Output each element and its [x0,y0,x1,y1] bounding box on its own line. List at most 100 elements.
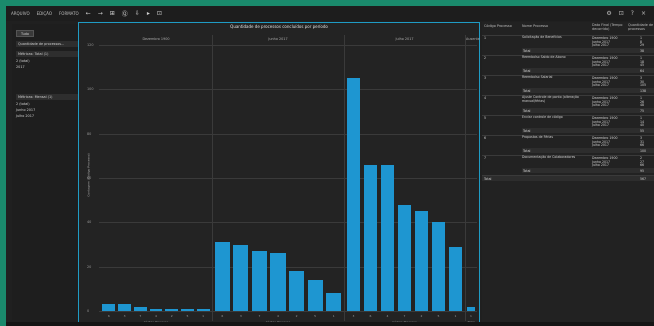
frame-icon[interactable]: ⊡ [157,10,162,17]
x-tick-label: 5 [186,314,189,318]
grand-total-label: Total [484,176,492,181]
search-icon[interactable]: Ⓠ [122,9,128,18]
group-separator [344,35,345,321]
subtotal-row [522,48,654,53]
cell-date: Julho 2017 [592,83,609,88]
y-tick-label: 120 [87,43,94,47]
bar[interactable] [288,271,305,311]
filter-monthly-item[interactable]: Julho 2017 [16,114,34,118]
cell-count: 66 [640,143,645,148]
column-header-code[interactable]: Código Processo [484,24,512,28]
bar-chart[interactable]: Quantidade de processos concluídos por p… [78,22,480,326]
bar[interactable] [165,308,179,311]
back-icon[interactable]: ← [86,10,91,17]
y-tick-label: 0 [87,309,90,313]
bar[interactable] [326,293,342,311]
x-tick-label: 4 [386,314,389,318]
play-icon[interactable]: ▸ [147,10,150,17]
cell-name: Ajuste Controle de ponto (alteração manu… [522,95,579,103]
bar[interactable] [307,279,323,311]
bar[interactable] [346,78,361,311]
column-header-date[interactable]: Data Final (Tempo decorrido) [592,23,624,31]
x-tick-label: 5 [314,314,317,318]
bar[interactable] [102,304,116,311]
subtotal-value: 138 [640,88,647,93]
menu-item-arquivo[interactable]: ARQUIVO [11,11,30,16]
column-header-name[interactable]: Nome Processo [522,24,548,28]
subtotal-label: Total [523,48,531,53]
menu-item-edicao[interactable]: EDIÇÃO [37,11,52,16]
bar[interactable] [196,308,210,311]
y-tick-label: 40 [87,220,92,225]
bar[interactable] [214,242,230,311]
y-tick-label: 80 [87,131,92,136]
bar[interactable] [270,253,286,311]
subtotal-value: 55 [640,128,645,133]
bar[interactable] [251,251,268,311]
x-tick-label: 2 [170,314,173,318]
bar[interactable] [233,244,249,311]
x-tick-label: 6 [221,314,224,318]
settings-icon[interactable]: ⚙ [606,10,611,17]
x-tick-label: 3 [352,314,355,318]
x-tick-label: 7 [403,314,406,318]
y-axis-label: Contagem (Código Processo) [86,153,91,197]
app-window: ARQUIVO EDIÇÃO FORMATO ← → ⊞ Ⓠ ⇩ ▸ ⊡ ⚙ ⊡… [6,6,654,326]
period-label: Ausente [466,37,480,41]
bar[interactable] [363,164,378,311]
filter-monthly-header[interactable]: Métricas: Mensal (1) [16,94,78,100]
filter-total-header[interactable]: Métricas: Total (1) [16,51,78,57]
period-label: Junho 2017 [268,37,288,41]
filter-total-item[interactable]: 2017 [16,65,25,69]
cell-date: Julho 2017 [592,63,609,68]
cell-count: 66 [640,163,645,168]
bar[interactable] [149,308,163,311]
status-bar [6,322,654,326]
group-separator [465,35,466,321]
bar[interactable] [431,222,446,311]
bar[interactable] [118,304,131,311]
group-separator [212,35,213,321]
subtotal-value: 75 [640,108,645,113]
bar[interactable] [397,204,412,311]
grand-total-row [482,176,654,181]
window-icon[interactable]: ⊡ [619,10,624,17]
subtotal-value: 95 [640,168,645,173]
download-icon[interactable]: ⇩ [135,10,140,17]
x-tick-label: 1 [454,314,457,318]
all-button[interactable]: Tudo [16,30,34,37]
bar[interactable] [448,246,463,311]
x-tick-label: 7 [258,314,261,318]
field-header[interactable]: Quantidade de processos... [16,41,78,47]
data-table[interactable]: Código Processo Nome Processo Data Final… [482,22,654,322]
subtotal-label: Total [523,128,531,133]
cell-count: 45 [640,63,645,68]
menu-item-formato[interactable]: FORMATO [59,11,79,16]
bar[interactable] [133,306,147,311]
filter-monthly-item[interactable]: Junho 2017 [16,108,35,112]
forward-icon[interactable]: → [98,10,103,17]
x-tick-label: 4 [277,314,279,318]
cell-code: 3 [484,76,487,80]
period-label: Dezembro 1900 [142,37,170,41]
x-tick-label: 1 [332,314,335,318]
help-icon[interactable]: ? [631,10,634,17]
y-tick-label: 100 [87,87,94,92]
column-header-count[interactable]: Quantidade de processos [628,23,654,31]
x-tick-label: 6 [107,314,110,318]
x-tick-label: 3 [123,314,126,318]
grid-icon[interactable]: ⊞ [110,10,115,17]
subtotal-value: 38 [640,48,645,53]
filter-monthly-item[interactable]: 2 (total) [16,102,30,106]
bar[interactable] [180,308,194,311]
subtotal-row [522,168,654,173]
bar[interactable] [467,306,475,311]
cell-code: 4 [484,96,487,100]
gridline [99,133,477,135]
filter-total-item[interactable]: 2 (total) [16,59,30,63]
x-tick-label: 7 [139,314,142,318]
close-icon[interactable]: × [641,10,646,17]
subtotal-value: 64 [640,68,645,73]
bar[interactable] [414,211,429,311]
bar[interactable] [380,164,395,311]
